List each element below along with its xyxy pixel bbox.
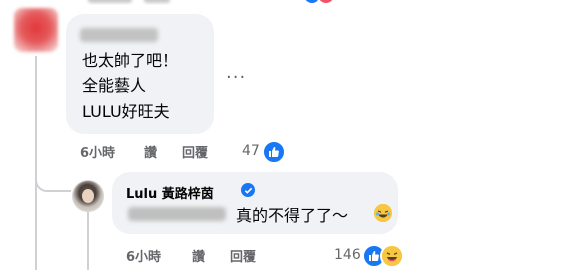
previous-comment-meta-row: [80, 0, 360, 5]
reply-text: 真的不得了了～: [236, 206, 349, 225]
comment-text-line-2: 全能藝人: [82, 76, 147, 95]
reply-author-avatar[interactable]: [72, 180, 104, 212]
blurred-commenter-name[interactable]: [80, 28, 158, 42]
reply-thread-line: [87, 212, 89, 270]
comment-text-line-1: 也太帥了吧！: [82, 51, 179, 70]
reaction-count[interactable]: 47: [242, 143, 260, 159]
laughing-crying-emoji-icon: [374, 204, 392, 222]
thread-line: [35, 56, 37, 270]
comment-text-line-3: LULU好旺夫: [82, 102, 170, 121]
thumbs-up-icon[interactable]: [262, 140, 286, 164]
reply-reaction-count[interactable]: 146: [334, 247, 361, 263]
more-options-icon[interactable]: ...: [226, 62, 246, 83]
commenter-avatar[interactable]: [14, 8, 58, 52]
reply-reply-button[interactable]: 回覆: [230, 246, 256, 265]
love-reaction-icon: [316, 0, 336, 5]
reply-timestamp[interactable]: 6小時: [126, 246, 161, 265]
comment-timestamp[interactable]: 6小時: [80, 142, 115, 161]
reply-button[interactable]: 回覆: [182, 142, 208, 161]
laughing-face-icon[interactable]: [380, 244, 404, 268]
verified-badge-icon: [241, 183, 255, 197]
blurred-mention[interactable]: [128, 207, 226, 221]
avatar-face: [82, 189, 94, 203]
blurred-text: [88, 0, 132, 3]
reply-like-button[interactable]: 讚: [192, 246, 205, 265]
thread-connector: [35, 170, 71, 192]
like-button[interactable]: 讚: [144, 142, 157, 161]
reply-author-name[interactable]: Lulu 黃路梓茵: [126, 183, 214, 202]
blurred-text: [144, 0, 170, 3]
